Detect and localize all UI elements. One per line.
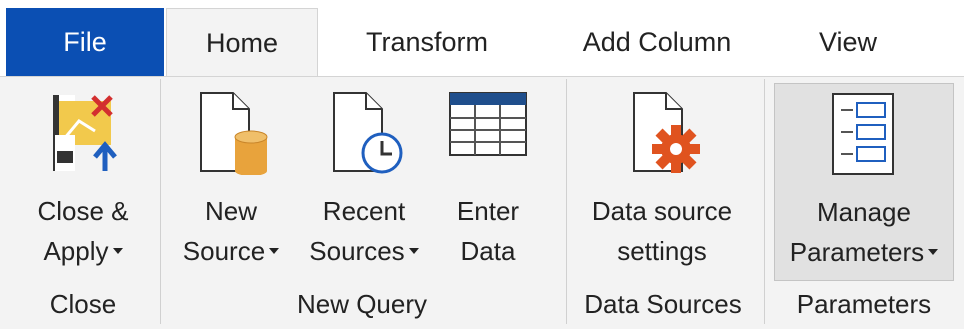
tab-file[interactable]: File xyxy=(6,8,164,76)
group-divider xyxy=(160,79,161,324)
enter-data-button[interactable]: Enter Data xyxy=(438,83,538,281)
new-source-button[interactable]: New Source xyxy=(172,83,290,281)
chevron-down-icon xyxy=(408,248,419,255)
chevron-down-icon xyxy=(928,249,939,256)
manage-parameters-button[interactable]: Manage Parameters xyxy=(774,83,954,281)
recent-sources-label-line2: Sources xyxy=(296,231,432,271)
group-divider xyxy=(566,79,567,324)
ribbon-tab-strip: File Home Transform Add Column View xyxy=(0,0,964,77)
close-apply-label-line1: Close & xyxy=(37,196,129,226)
enter-data-label-line2: Data xyxy=(460,236,516,266)
recent-sources-label-line1: Recent xyxy=(322,196,406,226)
data-source-settings-label-line1: Data source xyxy=(591,196,733,226)
chevron-down-icon xyxy=(112,248,123,255)
tab-home[interactable]: Home xyxy=(166,8,318,77)
group-label-parameters: Parameters xyxy=(796,289,932,319)
close-apply-icon xyxy=(20,91,146,175)
recent-sources-button[interactable]: Recent Sources xyxy=(296,83,432,281)
enter-data-icon xyxy=(438,91,538,175)
group-label-data-sources: Data Sources xyxy=(584,289,742,319)
data-source-settings-icon xyxy=(576,91,748,175)
close-apply-button[interactable]: Close & Apply xyxy=(20,83,146,281)
manage-parameters-label-line1: Manage xyxy=(817,197,911,227)
data-source-settings-label-line2: settings xyxy=(617,236,707,266)
ribbon-home-panel: Close & Apply Close New Source Recent So… xyxy=(0,76,964,329)
tab-add-column[interactable]: Add Column xyxy=(548,8,766,76)
group-label-close: Close xyxy=(49,289,117,319)
tab-view[interactable]: View xyxy=(780,8,916,76)
new-source-icon xyxy=(172,91,290,175)
recent-sources-icon xyxy=(296,91,432,175)
new-source-label-line2: Source xyxy=(172,231,290,271)
close-apply-label-line2: Apply xyxy=(20,231,146,271)
chevron-down-icon xyxy=(269,248,280,255)
data-source-settings-button[interactable]: Data source settings xyxy=(576,83,748,281)
tab-transform[interactable]: Transform xyxy=(320,8,534,76)
enter-data-label-line1: Enter xyxy=(456,196,520,226)
manage-parameters-label-line2: Parameters xyxy=(775,232,953,272)
manage-parameters-icon xyxy=(775,92,953,176)
group-label-new-query: New Query xyxy=(296,289,428,319)
new-source-label-line1: New xyxy=(204,196,257,226)
group-divider xyxy=(764,79,765,324)
